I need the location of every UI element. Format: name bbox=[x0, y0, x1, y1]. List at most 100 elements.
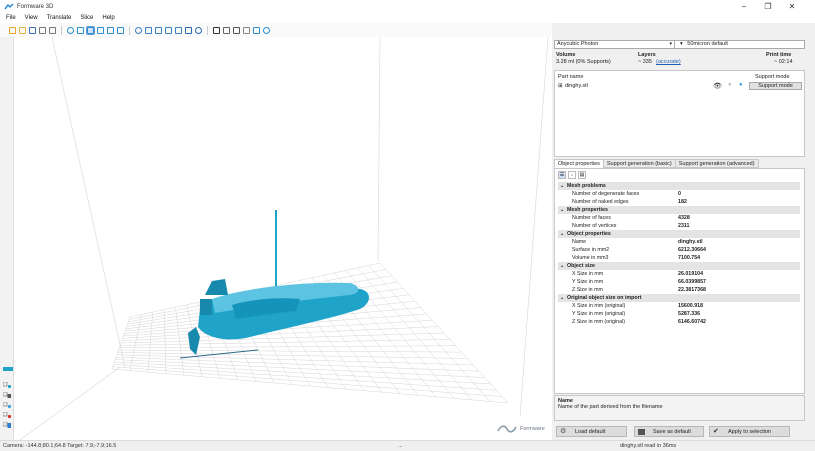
toggle-grid-icon[interactable] bbox=[2, 391, 11, 399]
new-file-icon[interactable] bbox=[9, 26, 16, 34]
view-top-icon[interactable] bbox=[86, 25, 95, 35]
hollow-icon[interactable] bbox=[213, 26, 220, 34]
tab-support-advanced[interactable]: Support generation (advanced) bbox=[674, 159, 759, 168]
view-back-icon[interactable] bbox=[107, 26, 114, 34]
menu-translate[interactable]: Translate bbox=[47, 15, 72, 21]
boat-model[interactable] bbox=[179, 279, 369, 359]
formware-watermark: Formware bbox=[496, 423, 545, 435]
property-row[interactable]: Z Size in mm (original) 6146.60742 bbox=[558, 318, 800, 326]
visibility-eye-icon[interactable]: 👁 bbox=[713, 82, 722, 90]
duplicate-icon[interactable] bbox=[185, 26, 192, 34]
toggle-errors-icon[interactable] bbox=[2, 411, 12, 419]
property-category[interactable]: ⌄ Mesh properties bbox=[558, 206, 800, 214]
cut-icon[interactable] bbox=[195, 26, 202, 34]
property-pages-icon[interactable]: ▤ bbox=[578, 171, 586, 179]
categorized-icon[interactable]: ☰ bbox=[558, 171, 566, 179]
property-category[interactable]: ⌄ Object properties bbox=[558, 230, 800, 238]
property-row[interactable]: Y Size in mm (original) 5287.336 bbox=[558, 310, 800, 318]
formware-logo-icon bbox=[4, 2, 14, 9]
menu-slice[interactable]: Slice bbox=[80, 15, 93, 21]
property-row[interactable]: Z Size in mm 22.3817368 bbox=[558, 286, 800, 294]
export-icon[interactable] bbox=[263, 26, 270, 34]
property-name: X Size in mm (original) bbox=[572, 303, 626, 309]
toggle-support-icon[interactable] bbox=[2, 401, 12, 409]
model-color-swatch[interactable] bbox=[3, 367, 13, 371]
layer-icon[interactable] bbox=[243, 26, 250, 34]
property-row[interactable]: Name dinghy.stl bbox=[558, 238, 800, 246]
minimize-button[interactable]: – bbox=[733, 0, 755, 13]
save-disk-icon bbox=[638, 428, 645, 435]
view-side-icon[interactable] bbox=[97, 26, 104, 34]
slice-icon[interactable] bbox=[253, 26, 260, 34]
part-row[interactable]: ⊞ dinghy.stl 👁 ● ● Support mode bbox=[556, 82, 803, 90]
accurate-link[interactable]: (accurate) bbox=[656, 59, 681, 65]
lock-icon[interactable]: ● bbox=[728, 82, 732, 88]
property-name: Y Size in mm (original) bbox=[572, 311, 626, 317]
collapse-chevron-icon[interactable]: ⌄ bbox=[560, 294, 564, 302]
watermark-text: Formware bbox=[520, 426, 545, 432]
measure-icon[interactable] bbox=[233, 26, 240, 34]
property-row[interactable]: Number of vertices 2311 bbox=[558, 222, 800, 230]
color-dot-icon[interactable]: ● bbox=[739, 82, 743, 88]
support-mode-dropdown[interactable]: Support mode bbox=[749, 82, 802, 90]
col-part-name: Part name bbox=[558, 74, 584, 80]
collapse-chevron-icon[interactable]: ⌄ bbox=[560, 230, 564, 238]
collapse-chevron-icon[interactable]: ⌄ bbox=[560, 206, 564, 214]
rotate-icon[interactable] bbox=[145, 26, 152, 34]
property-name: Name bbox=[572, 239, 587, 245]
toggle-model-icon[interactable] bbox=[2, 381, 12, 389]
property-row[interactable]: X Size in mm 26.019104 bbox=[558, 270, 800, 278]
property-row[interactable]: Number of faces 4328 bbox=[558, 214, 800, 222]
menu-view[interactable]: View bbox=[25, 15, 38, 21]
open-folder-icon[interactable] bbox=[19, 26, 26, 34]
profile-select[interactable]: ▾ 50micron default bbox=[675, 40, 805, 49]
toggle-plate-icon[interactable] bbox=[2, 421, 11, 429]
status-bar: Camera: -144.8;80.1;64.8 Target: 7.9;-7.… bbox=[0, 440, 815, 451]
move-icon[interactable] bbox=[135, 26, 142, 34]
apply-selection-button[interactable]: ✔ Apply to selection bbox=[709, 426, 790, 437]
property-name: Object properties bbox=[567, 231, 611, 237]
maximize-button[interactable]: ❐ bbox=[757, 0, 779, 13]
save-default-label: Save as default bbox=[653, 428, 691, 435]
view-iso-icon[interactable] bbox=[67, 26, 74, 34]
tab-support-basic[interactable]: Support generation (basic) bbox=[602, 159, 676, 168]
alphabetical-icon[interactable]: ↓ bbox=[568, 171, 576, 179]
property-grid-toolbar: ☰ ↓ ▤ bbox=[558, 171, 586, 179]
checkmark-icon: ✔ bbox=[713, 427, 719, 435]
part-name: dinghy.stl bbox=[565, 83, 588, 89]
expand-icon[interactable]: ⊞ bbox=[558, 83, 563, 89]
property-category[interactable]: ⌄ Mesh problems bbox=[558, 182, 800, 190]
toolbar-separator bbox=[61, 25, 62, 35]
menu-help[interactable]: Help bbox=[102, 15, 114, 21]
arrange-icon[interactable] bbox=[175, 26, 182, 34]
load-default-button[interactable]: ⚙ Load default bbox=[556, 426, 627, 437]
close-button[interactable]: ✕ bbox=[781, 0, 803, 13]
view-bottom-icon[interactable] bbox=[117, 26, 124, 34]
property-row[interactable]: Number of naked edges 182 bbox=[558, 198, 800, 206]
undo-icon[interactable] bbox=[39, 26, 46, 34]
toolbar-separator bbox=[129, 25, 130, 35]
save-default-button[interactable]: Save as default bbox=[634, 426, 704, 437]
property-row[interactable]: Number of degenerate faces 0 bbox=[558, 190, 800, 198]
load-status: dinghy.stl read in 36ms bbox=[620, 443, 677, 449]
property-row[interactable]: Volume in mm3 7100.754 bbox=[558, 254, 800, 262]
redo-icon[interactable] bbox=[49, 26, 56, 34]
mirror-icon[interactable] bbox=[165, 26, 172, 34]
collapse-chevron-icon[interactable]: ⌄ bbox=[560, 262, 564, 270]
property-category[interactable]: ⌄ Object size bbox=[558, 262, 800, 270]
support-icon[interactable] bbox=[223, 26, 230, 34]
scale-icon[interactable] bbox=[155, 26, 162, 34]
right-scrollbar[interactable] bbox=[807, 37, 815, 440]
profile-chevron-icon: ▾ bbox=[680, 41, 683, 47]
property-row[interactable]: Surface in mm2 6212.30664 bbox=[558, 246, 800, 254]
machine-select[interactable]: Anycubic Photon ▾ bbox=[554, 40, 675, 49]
property-row[interactable]: Y Size in mm 66.0399857 bbox=[558, 278, 800, 286]
property-category[interactable]: ⌄ Original object size on import bbox=[558, 294, 800, 302]
menu-file[interactable]: File bbox=[6, 15, 16, 21]
save-icon[interactable] bbox=[29, 26, 36, 34]
view-front-icon[interactable] bbox=[77, 26, 84, 34]
tab-object-properties[interactable]: Object properties bbox=[554, 159, 604, 168]
collapse-chevron-icon[interactable]: ⌄ bbox=[560, 182, 564, 190]
property-row[interactable]: X Size in mm (original) 15600.918 bbox=[558, 302, 800, 310]
3d-viewport[interactable]: Formware bbox=[0, 37, 552, 440]
